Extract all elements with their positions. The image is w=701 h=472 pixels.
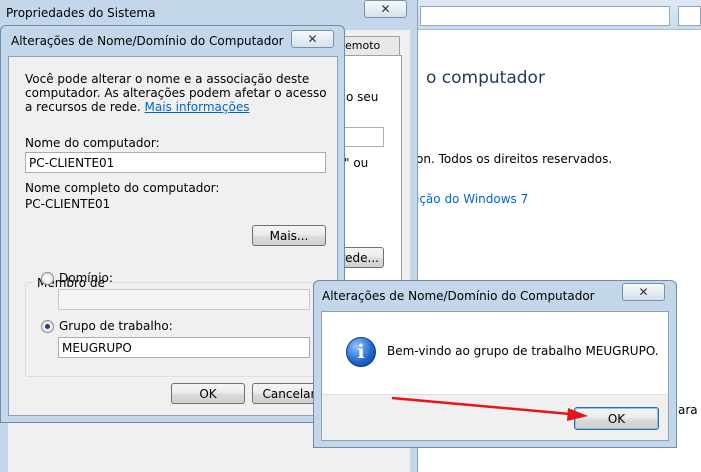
full-name-label: Nome completo do computador: [25,181,220,195]
close-icon: ✕ [307,32,318,46]
clipped-text: ara e [678,403,701,417]
tab-remote[interactable]: emoto [340,36,400,55]
more-button[interactable]: Mais... [252,225,326,246]
info-icon: i [346,337,376,367]
welcome-dialog-close-button[interactable]: ✕ [622,283,665,301]
full-name-value: PC-CLIENTE01 [25,197,111,211]
ok-button[interactable]: OK [171,383,245,404]
welcome-dialog: Alterações de Nome/Domínio do Computador… [313,280,677,448]
domain-radio-row[interactable]: Domínio: [41,271,113,285]
system-properties-title: Propriedades do Sistema [6,6,156,20]
copyright-text: on. Todos os direitos reservados. [416,152,613,166]
workgroup-label: Grupo de trabalho: [59,319,173,333]
computer-name-input[interactable] [25,152,326,173]
partial-field [342,127,384,147]
welcome-dialog-footer: OK [322,394,668,440]
welcome-dialog-title: Alterações de Nome/Domínio do Computador [322,289,595,303]
search-box[interactable] [678,6,701,26]
partial-text-or: " ou [344,156,369,170]
address-bar[interactable] [420,6,670,26]
workgroup-radio-row[interactable]: Grupo de trabalho: [41,319,173,333]
workgroup-radio[interactable] [41,319,54,333]
more-info-link[interactable]: Mais informações [145,100,250,114]
network-id-button[interactable]: rede... [341,247,384,268]
welcome-dialog-body: i Bem-vindo ao grupo de trabalho MEUGRUP… [321,311,669,441]
page-heading: o computador [426,68,545,88]
workgroup-input[interactable] [58,337,310,358]
partial-text: o seu [346,90,379,104]
welcome-message: Bem-vindo ao grupo de trabalho MEUGRUPO. [387,344,659,358]
name-domain-dialog: Alterações de Nome/Domínio do Computador… [0,25,345,423]
close-icon: ✕ [380,2,391,16]
domain-label: Domínio: [59,271,113,285]
name-dialog-title: Alterações de Nome/Domínio do Computador [11,34,284,48]
name-dialog-body: Você pode alterar o nome e a associação … [8,56,338,416]
name-dialog-close-button[interactable]: ✕ [291,30,334,48]
info-paragraph: Você pode alterar o nome e a associação … [25,72,330,114]
windows-edition-link[interactable]: ição do Windows 7 [416,192,528,206]
domain-radio[interactable] [41,271,54,285]
system-properties-close-button[interactable]: ✕ [364,0,407,18]
domain-input[interactable] [58,289,310,310]
welcome-ok-button[interactable]: OK [574,407,659,430]
computer-name-label: Nome do computador: [25,136,160,150]
close-icon: ✕ [638,285,649,299]
